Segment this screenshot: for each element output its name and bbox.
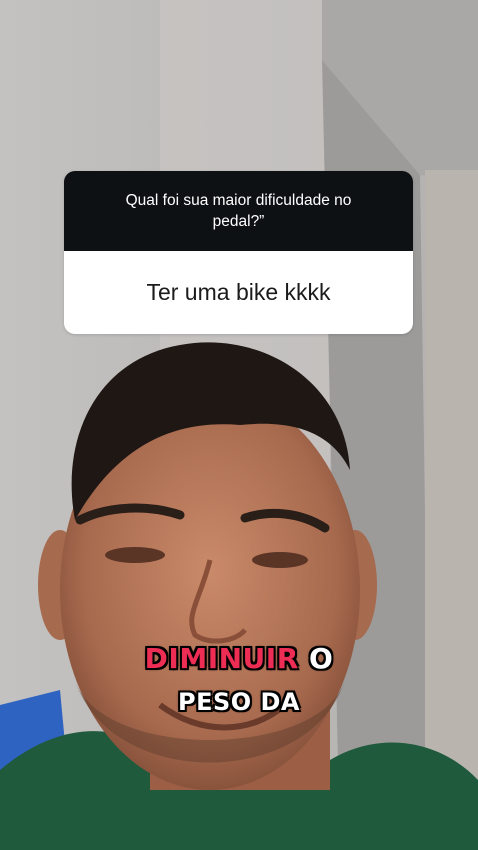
question-text: Qual foi sua maior dificuldade no pedal?… <box>64 171 413 251</box>
video-frame <box>0 0 478 850</box>
caption-word: O <box>309 642 334 675</box>
caption-line-2: PESO DA <box>177 688 301 716</box>
answer-text: Ter uma bike kkkk <box>64 251 413 334</box>
caption-highlight-word: DIMINUIR <box>144 642 299 675</box>
caption-line-1: DIMINUIR O <box>0 642 478 675</box>
question-sticker: Qual foi sua maior dificuldade no pedal?… <box>64 171 413 334</box>
